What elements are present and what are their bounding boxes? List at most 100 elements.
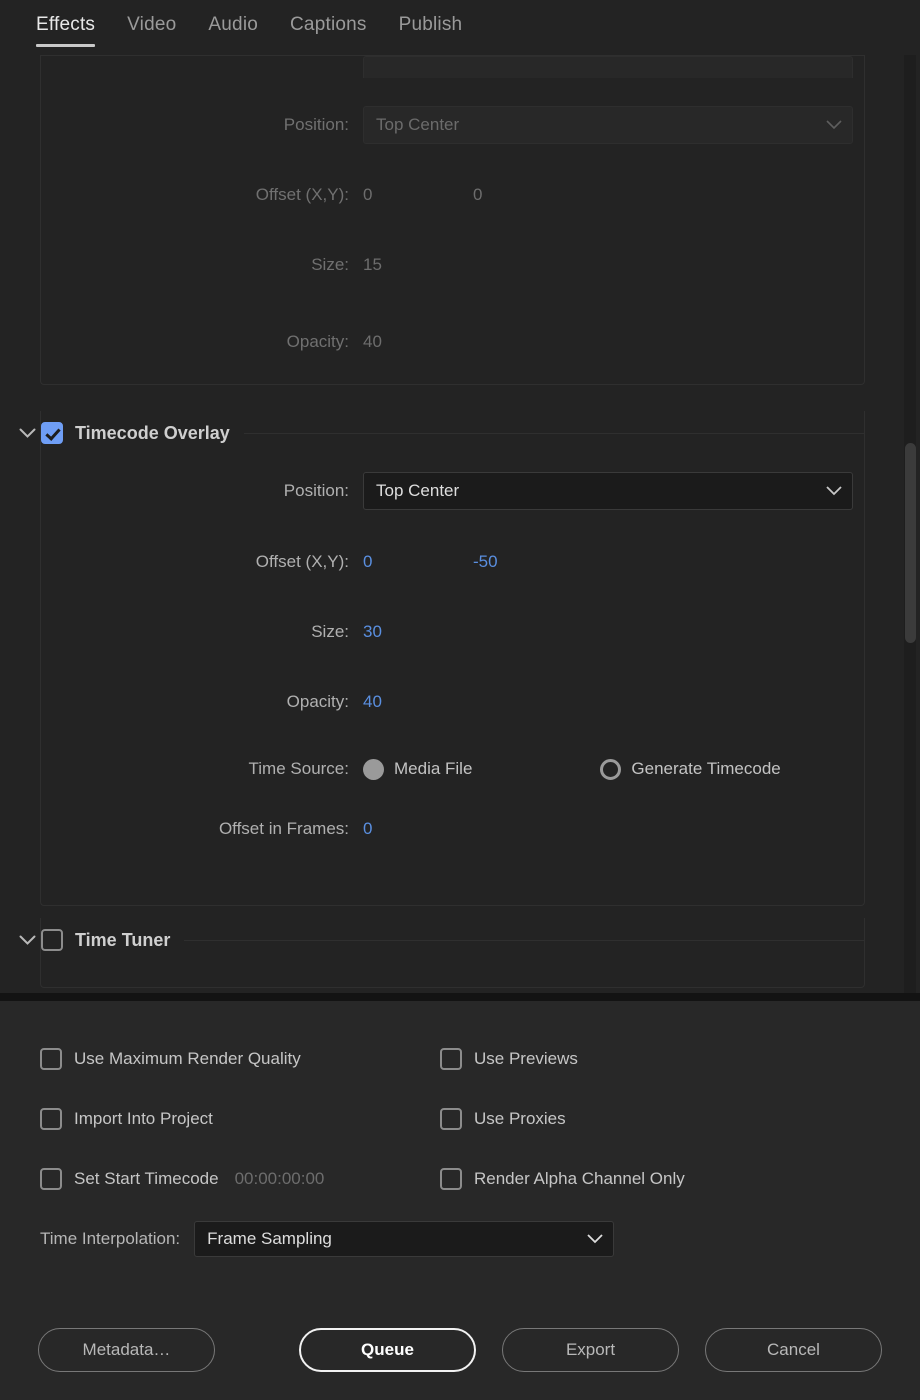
timecode-offset-y-value[interactable]: -50	[473, 552, 498, 572]
image-overlay-position-value: Top Center	[376, 115, 460, 134]
checkbox-import-into-project[interactable]: Import Into Project	[40, 1089, 440, 1149]
timecode-position-label: Position:	[283, 481, 349, 500]
image-overlay-offset-x-value: 0	[363, 185, 373, 204]
tab-audio[interactable]: Audio	[192, 0, 274, 55]
tab-video-label: Video	[127, 14, 177, 35]
checkbox-box	[40, 1108, 62, 1130]
metadata-button[interactable]: Metadata…	[38, 1328, 215, 1372]
timecode-size-label: Size:	[311, 622, 349, 641]
image-overlay-position-select: Top Center	[363, 106, 853, 144]
section-time-tuner: Time Tuner	[19, 918, 865, 988]
checkbox-render-alpha-channel-only[interactable]: Render Alpha Channel Only	[440, 1149, 920, 1209]
tab-captions-label: Captions	[290, 14, 367, 35]
timecode-offset-row: Offset (X,Y): 0 -50	[41, 527, 864, 597]
checkbox-label: Import Into Project	[74, 1109, 213, 1128]
radio-generate-timecode-label: Generate Timecode	[631, 759, 781, 778]
image-overlay-size-value: 15	[363, 255, 382, 274]
image-overlay-position-label: Position:	[283, 115, 349, 134]
checkbox-use-previews[interactable]: Use Previews	[440, 1029, 920, 1089]
checkbox-box	[440, 1048, 462, 1070]
checkbox-label: Use Maximum Render Quality	[74, 1049, 301, 1068]
checkbox-set-start-timecode[interactable]: Set Start Timecode 00:00:00:00	[40, 1149, 440, 1209]
chevron-down-icon	[826, 486, 842, 496]
timecode-opacity-value[interactable]: 40	[363, 692, 382, 712]
time-tuner-checkbox[interactable]	[41, 929, 63, 951]
timecode-opacity-label: Opacity:	[286, 692, 349, 711]
section-rule	[243, 432, 864, 434]
section-image-overlay: Position: Top Center Offset (X,Y): 0 0 S…	[40, 55, 865, 385]
image-overlay-opacity-value: 40	[363, 332, 382, 351]
queue-button[interactable]: Queue	[298, 1328, 477, 1372]
time-interpolation-value: Frame Sampling	[207, 1229, 332, 1248]
checkbox-box	[440, 1168, 462, 1190]
tab-video[interactable]: Video	[111, 0, 192, 55]
scrollbar-thumb[interactable]	[905, 443, 916, 643]
export-options-grid: Use Maximum Render Quality Use Previews …	[0, 1029, 920, 1209]
tab-captions[interactable]: Captions	[274, 0, 383, 55]
tab-bar: Effects Video Audio Captions Publish	[0, 0, 920, 55]
checkbox-box	[40, 1048, 62, 1070]
image-overlay-offset-row: Offset (X,Y): 0 0	[41, 160, 864, 230]
timecode-offset-frames-value[interactable]: 0	[363, 819, 372, 839]
timecode-offset-x-value[interactable]: 0	[363, 552, 473, 572]
export-options-panel: Use Maximum Render Quality Use Previews …	[0, 1001, 920, 1400]
vertical-scrollbar[interactable]	[904, 55, 916, 993]
tab-effects[interactable]: Effects	[20, 0, 111, 55]
timecode-offset-frames-row: Offset in Frames: 0	[41, 801, 864, 905]
chevron-down-icon[interactable]	[13, 935, 41, 946]
timecode-position-row: Position: Top Center	[41, 455, 864, 527]
timecode-time-source-label: Time Source:	[248, 759, 349, 778]
export-settings-panel: Effects Video Audio Captions Publish Pos…	[0, 0, 920, 1400]
effects-scroll-area[interactable]: Position: Top Center Offset (X,Y): 0 0 S…	[0, 55, 920, 993]
checkbox-label: Render Alpha Channel Only	[474, 1169, 685, 1188]
cancel-button[interactable]: Cancel	[705, 1328, 882, 1372]
action-buttons: Metadata… Queue Export Cancel	[0, 1328, 920, 1372]
export-button[interactable]: Export	[502, 1328, 679, 1372]
radio-media-file[interactable]: Media File	[363, 758, 473, 780]
checkbox-label: Set Start Timecode	[74, 1169, 219, 1188]
timecode-overlay-checkbox[interactable]	[41, 422, 63, 444]
image-overlay-opacity-row: Opacity: 40	[41, 300, 864, 384]
tab-publish-label: Publish	[398, 14, 463, 35]
panel-divider	[0, 993, 920, 1001]
checkbox-box	[440, 1108, 462, 1130]
image-overlay-position-row: Position: Top Center	[41, 90, 864, 160]
timecode-overlay-header: Timecode Overlay	[1, 411, 864, 455]
checkbox-label: Use Previews	[474, 1049, 578, 1068]
timecode-time-source-row: Time Source: Media File Generate Timecod…	[41, 737, 864, 801]
tab-publish[interactable]: Publish	[383, 0, 479, 55]
radio-unselected-icon	[600, 758, 622, 780]
radio-generate-timecode[interactable]: Generate Timecode	[600, 758, 781, 780]
timecode-position-value: Top Center	[376, 481, 460, 500]
image-overlay-size-row: Size: 15	[41, 230, 864, 300]
tab-audio-label: Audio	[208, 14, 259, 35]
image-overlay-offset-y-value: 0	[473, 185, 483, 204]
time-interpolation-select[interactable]: Frame Sampling	[194, 1221, 615, 1257]
section-rule	[184, 939, 864, 941]
timecode-offset-label: Offset (X,Y):	[255, 552, 349, 571]
timecode-size-value[interactable]: 30	[363, 622, 382, 642]
image-overlay-source-select-clipped[interactable]	[363, 56, 853, 78]
time-tuner-title: Time Tuner	[75, 929, 171, 950]
timecode-opacity-row: Opacity: 40	[41, 667, 864, 737]
radio-media-file-label: Media File	[394, 759, 473, 778]
checkbox-use-maximum-render-quality[interactable]: Use Maximum Render Quality	[40, 1029, 440, 1089]
tab-effects-label: Effects	[36, 14, 96, 35]
image-overlay-opacity-label: Opacity:	[286, 332, 349, 351]
checkbox-use-proxies[interactable]: Use Proxies	[440, 1089, 920, 1149]
image-overlay-offset-label: Offset (X,Y):	[255, 185, 349, 204]
radio-selected-icon	[363, 758, 384, 780]
start-timecode-value[interactable]: 00:00:00:00	[235, 1169, 325, 1189]
chevron-down-icon	[826, 120, 842, 130]
time-tuner-header: Time Tuner	[1, 918, 864, 962]
chevron-down-icon	[587, 1234, 603, 1244]
timecode-offset-frames-label: Offset in Frames:	[218, 819, 349, 838]
timecode-overlay-title: Timecode Overlay	[75, 422, 230, 443]
checkbox-label: Use Proxies	[474, 1109, 566, 1128]
section-timecode-overlay: Timecode Overlay Position: Top Center Of…	[19, 411, 865, 906]
time-interpolation-label: Time Interpolation:	[40, 1229, 181, 1248]
chevron-down-icon[interactable]	[13, 428, 41, 439]
checkbox-box	[40, 1168, 62, 1190]
timecode-position-select[interactable]: Top Center	[363, 472, 853, 510]
image-overlay-size-label: Size:	[311, 255, 349, 274]
